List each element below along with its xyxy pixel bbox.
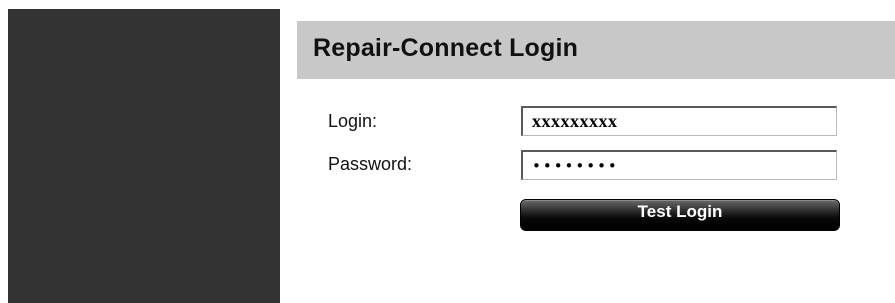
password-input[interactable] [521,150,837,180]
header-bar: Repair-Connect Login [297,21,895,79]
page: Repair-Connect Login Login: Password: Te… [0,0,895,303]
test-login-button[interactable]: Test Login [520,199,840,231]
login-label: Login: [328,111,378,131]
test-login-button-label: Test Login [637,202,723,221]
login-input[interactable] [521,106,837,136]
sidebar-panel [8,9,280,303]
password-label: Password: [328,154,413,174]
page-title: Repair-Connect Login [313,34,579,62]
